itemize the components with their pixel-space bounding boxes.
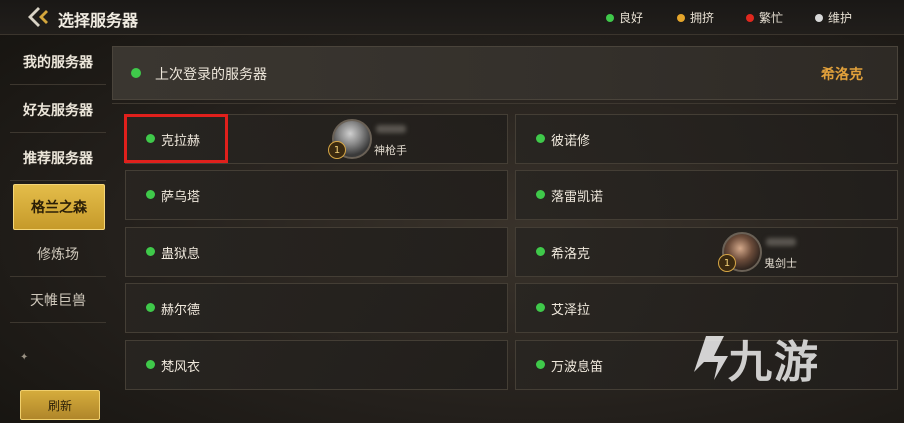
sidebar-item-friend-servers[interactable]: 好友服务器 (10, 88, 106, 133)
divider (112, 103, 896, 104)
legend-maintenance: 维护 (815, 9, 852, 26)
legend-good: 良好 (606, 9, 643, 26)
character-class: 神枪手 (374, 144, 407, 157)
back-arrow-icon[interactable] (26, 6, 50, 28)
status-good-icon (536, 360, 545, 369)
sidebar-item-label: 推荐服务器 (23, 151, 93, 167)
highlight-box (124, 114, 228, 163)
legend-crowded: 拥挤 (677, 9, 714, 26)
server-card[interactable]: 蛊狱息 (125, 227, 508, 277)
server-name: 落雷凯诺 (551, 190, 604, 205)
sidebar-item-label: 天帷巨兽 (30, 293, 86, 309)
sidebar-item-label: 好友服务器 (23, 103, 93, 119)
last-login-server[interactable]: 上次登录的服务器 希洛克 (112, 46, 898, 100)
status-busy-icon (746, 13, 754, 22)
legend-busy: 繁忙 (746, 9, 783, 26)
status-good-icon (536, 190, 545, 199)
legend-crowded-label: 拥挤 (690, 11, 715, 25)
sidebar-item-recommended-servers[interactable]: 推荐服务器 (10, 136, 106, 181)
sidebar-item-training-ground[interactable]: 修炼场 (10, 232, 106, 277)
blurred-name (376, 125, 406, 133)
status-good-icon (606, 13, 614, 22)
legend-busy-label: 繁忙 (759, 11, 784, 25)
server-card[interactable]: 赫尔德 (125, 283, 508, 333)
sidebar-item-label: 修炼场 (37, 247, 79, 263)
legend-maintenance-label: 维护 (828, 11, 853, 25)
character-info: 1 鬼剑士 (718, 232, 822, 272)
server-card[interactable]: 落雷凯诺 (515, 170, 898, 220)
server-name: 万波息笛 (551, 360, 604, 375)
server-card[interactable]: 梵风衣 (125, 340, 508, 390)
sidebar-item-label: 格兰之森 (31, 200, 87, 216)
character-level-badge: 1 (328, 141, 346, 159)
status-good-icon (146, 303, 155, 312)
status-good-icon (536, 247, 545, 256)
server-name: 蛊狱息 (161, 247, 201, 262)
sparkle-icon: ✦ (20, 352, 29, 363)
status-good-icon (146, 247, 155, 256)
status-good-icon (146, 360, 155, 369)
status-good-icon (536, 134, 545, 143)
sidebar-item-label: 我的服务器 (23, 55, 93, 71)
character-info: 1 神枪手 (328, 119, 432, 159)
server-name: 艾泽拉 (551, 303, 591, 318)
refresh-button[interactable]: 刷新 (20, 390, 100, 420)
character-level-badge: 1 (718, 254, 736, 272)
server-name: 希洛克 (551, 247, 591, 262)
sidebar-item-my-servers[interactable]: 我的服务器 (10, 40, 106, 85)
status-maintenance-icon (815, 13, 823, 22)
server-name: 赫尔德 (161, 303, 201, 318)
page-title: 选择服务器 (58, 11, 139, 30)
status-good-icon (131, 68, 141, 78)
last-login-label: 上次登录的服务器 (155, 67, 267, 83)
sidebar-item-gelanzhisen[interactable]: 格兰之森 (13, 184, 105, 230)
server-name: 梵风衣 (161, 360, 201, 375)
character-class: 鬼剑士 (764, 257, 797, 270)
sidebar-item-tianwei-beast[interactable]: 天帷巨兽 (10, 278, 106, 323)
blurred-name (766, 238, 796, 246)
watermark-text: 九游 (728, 337, 820, 388)
server-card[interactable]: 萨乌塔 (125, 170, 508, 220)
legend-good-label: 良好 (619, 11, 644, 25)
server-name: 萨乌塔 (161, 190, 201, 205)
sidebar: 我的服务器 好友服务器 推荐服务器 格兰之森 修炼场 天帷巨兽 (10, 38, 106, 423)
status-good-icon (536, 303, 545, 312)
server-card[interactable]: 希洛克 1 鬼剑士 (515, 227, 898, 277)
server-name: 彼诺修 (551, 134, 591, 149)
status-good-icon (146, 190, 155, 199)
refresh-label: 刷新 (47, 398, 72, 413)
status-crowded-icon (677, 13, 685, 22)
top-bar: 选择服务器 良好 拥挤 繁忙 维护 (0, 0, 904, 35)
server-card[interactable]: 彼诺修 (515, 114, 898, 164)
last-login-server-name: 希洛克 (821, 67, 863, 83)
